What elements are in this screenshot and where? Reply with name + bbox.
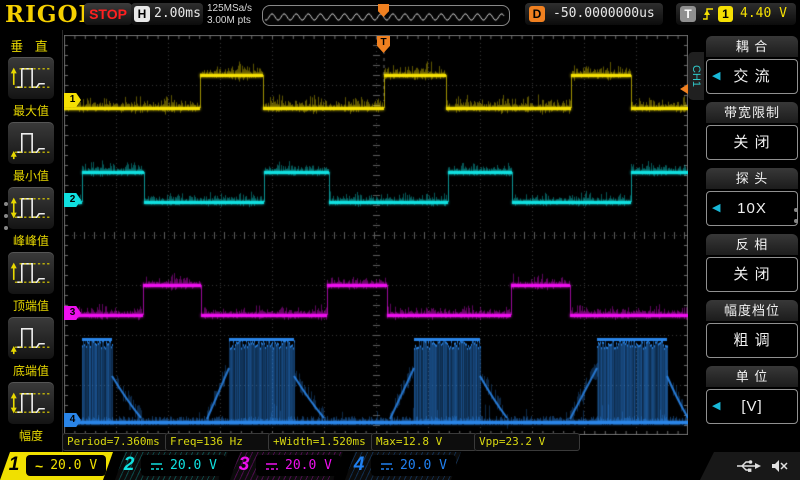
memory-depth: 3.00M pts [207,15,252,27]
channel2-scale: 20.0 V [170,458,217,473]
usb-icon [735,459,761,473]
coupling-button[interactable]: ◀ 交 流 [706,59,798,94]
channel-status-bar: 1 ~ 20.0 V 2 20.0 V 3 [0,452,800,480]
horizontal-icon: H [134,6,150,22]
measure-vamp-icon [7,381,55,425]
menu-group-unit: 单 位 ◀ [V] [706,366,798,424]
horizontal-timebase-group[interactable]: H 2.00ms [131,3,203,25]
menu-group-title: 带宽限制 [706,102,798,123]
channel1-badge[interactable]: 1 ~ 20.0 V [0,452,113,480]
top-status-bar: RIGOL STOP H 2.00ms 125MSa/s 3.00M pts D… [0,0,800,30]
acquisition-info: 125MSa/s 3.00M pts [207,3,252,27]
trigger-level-marker[interactable] [680,84,688,94]
channel2-number: 2 [119,454,139,476]
dc-coupling-icon [380,461,393,471]
trigger-status-group[interactable]: T 1 4.40 V [676,3,796,25]
dc-coupling-icon [265,461,278,471]
trigger-icon: T [680,6,696,22]
channel3-scale: 20.0 V [285,458,332,473]
dc-coupling-icon [150,461,163,471]
coupling-value: 交 流 [733,68,770,85]
right-channel-menu: CH1 耦 合 ◀ 交 流 带宽限制 关 闭 探 头 ◀ 10X [688,30,800,454]
invert-value: 关 闭 [733,266,770,283]
menu-item-vamp[interactable]: 幅度 [0,381,62,446]
menu-item-label: 幅度 [0,427,62,444]
waveform-display[interactable] [64,35,688,435]
menu-group-invert: 反 相 关 闭 [706,234,798,292]
measure-vtop-icon [7,251,55,295]
unit-value: [V] [741,398,762,415]
run-stop-status[interactable]: STOP [84,3,132,25]
channel1-scale: 20.0 V [50,458,97,473]
brand-logo: RIGOL [5,1,96,28]
right-menu-page-dots [794,208,798,230]
delay-value: -50.0000000us [553,6,655,21]
sample-rate: 125MSa/s [207,3,252,15]
measurement-freq: Freq=136 Hz [165,433,271,451]
menu-group-title: 探 头 [706,168,798,189]
measurement-max: Max=12.8 V [371,433,477,451]
menu-item-label: 顶端值 [0,297,62,314]
channel4-badge[interactable]: 4 20.0 V [345,452,461,480]
speaker-muted-icon [771,459,788,473]
measurement-period: Period=7.360ms [62,433,168,451]
measure-vpp-icon [7,186,55,230]
channel4-number: 4 [349,454,369,476]
trigger-source-badge: 1 [718,6,733,22]
channel3-number: 3 [234,454,254,476]
trigger-delay-group[interactable]: D -50.0000000us [525,3,663,25]
oscilloscope-screen: RIGOL STOP H 2.00ms 125MSa/s 3.00M pts D… [0,0,800,480]
menu-group-title: 耦 合 [706,36,798,57]
menu-item-vmax[interactable]: 最大值 [0,56,62,121]
menu-item-vtop[interactable]: 顶端值 [0,251,62,316]
left-measure-menu: 垂 直 最大值 最小值 峰峰值 顶端值 底端值 [0,30,63,454]
menu-item-label: 最小值 [0,167,62,184]
trigger-level-value: 4.40 V [740,6,787,21]
chevron-left-icon: ◀ [712,390,721,423]
vernier-button[interactable]: 粗 调 [706,323,798,358]
measurement-pos-width: +Width=1.520ms [268,433,374,451]
measure-vmin-icon [7,121,55,165]
menu-item-vbase[interactable]: 底端值 [0,316,62,381]
channel-menu-tab[interactable]: CH1 [688,52,704,100]
ac-coupling-icon: ~ [35,458,43,474]
measure-vmax-icon [7,56,55,100]
menu-group-title: 幅度档位 [706,300,798,321]
menu-item-vpp[interactable]: 峰峰值 [0,186,62,251]
channel1-number: 1 [4,454,24,476]
left-menu-page-dots [4,202,8,238]
vernier-value: 粗 调 [733,332,770,349]
invert-button[interactable]: 关 闭 [706,257,798,292]
measure-vbase-icon [7,316,55,360]
timebase-value: 2.00ms [154,6,201,21]
chevron-left-icon: ◀ [712,192,721,225]
menu-group-title: 反 相 [706,234,798,255]
channel4-scale: 20.0 V [400,458,447,473]
left-menu-title: 垂 直 [0,36,62,55]
menu-item-label: 最大值 [0,102,62,119]
probe-value: 10X [737,200,767,217]
menu-group-vernier: 幅度档位 粗 调 [706,300,798,358]
menu-group-bandwidth: 带宽限制 关 闭 [706,102,798,160]
rising-edge-icon [701,6,715,22]
probe-ratio-button[interactable]: ◀ 10X [706,191,798,226]
menu-item-vmin[interactable]: 最小值 [0,121,62,186]
measurement-vpp: Vpp=23.2 V [474,433,580,451]
delay-icon: D [529,6,545,22]
bandwidth-limit-button[interactable]: 关 闭 [706,125,798,160]
menu-item-label: 峰峰值 [0,232,62,249]
menu-item-label: 底端值 [0,362,62,379]
bandwidth-value: 关 闭 [733,134,770,151]
system-status-panel [700,452,800,480]
channel3-badge[interactable]: 3 20.0 V [230,452,343,480]
menu-group-probe: 探 头 ◀ 10X [706,168,798,226]
chevron-left-icon: ◀ [712,60,721,93]
menu-group-coupling: 耦 合 ◀ 交 流 [706,36,798,94]
channel2-badge[interactable]: 2 20.0 V [115,452,228,480]
menu-group-title: 单 位 [706,366,798,387]
unit-button[interactable]: ◀ [V] [706,389,798,424]
